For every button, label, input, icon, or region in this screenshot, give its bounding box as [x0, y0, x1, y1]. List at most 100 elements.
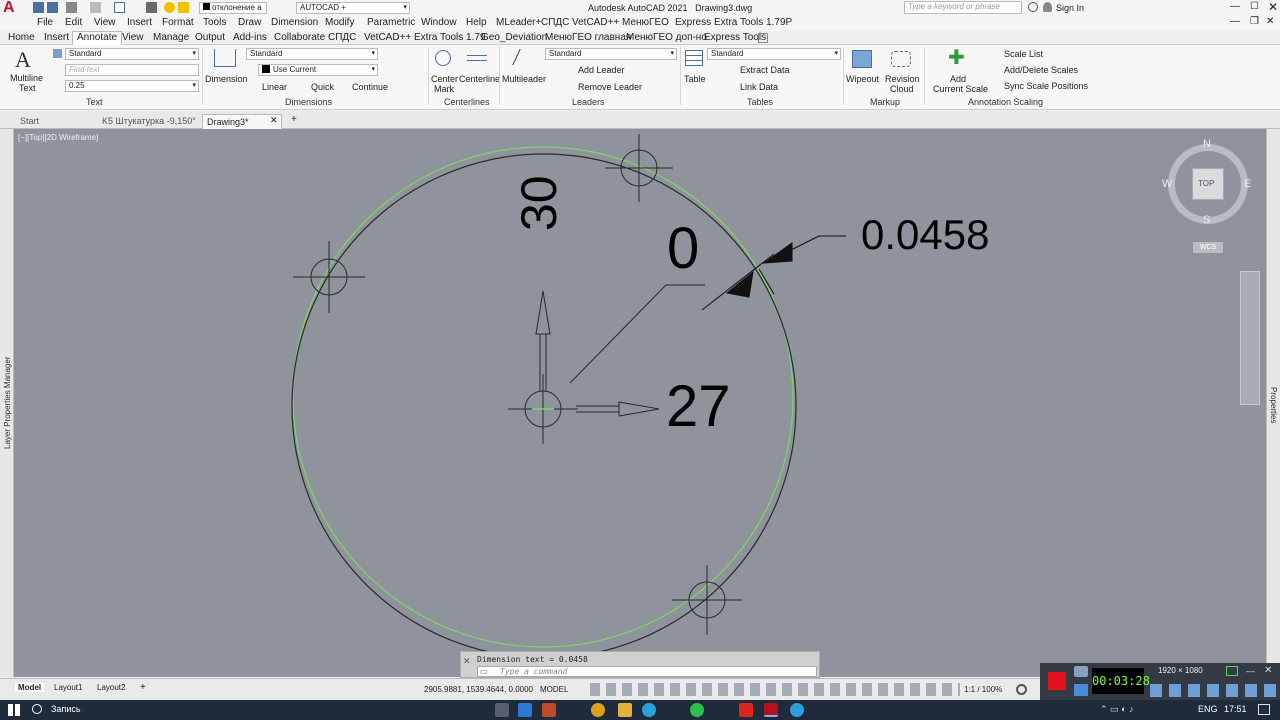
layout-tab-layout2[interactable]: Layout2 [97, 683, 125, 692]
tab-vetcad[interactable]: VetCAD++ [364, 32, 411, 43]
dimension-button[interactable]: Dimension [205, 47, 248, 95]
dim-text-horizontal[interactable]: 27 [666, 377, 731, 437]
recorder-close-icon[interactable]: ✕ [1264, 665, 1272, 676]
recorder-toolbar[interactable] [1150, 684, 1276, 697]
taskview-icon[interactable] [495, 703, 509, 717]
search-icon[interactable] [1028, 2, 1038, 12]
tab-express-tools[interactable]: Express Tools [704, 32, 766, 43]
coordinates-readout[interactable]: 2905.9881, 1539.4644, 0.0000 [424, 685, 533, 694]
viewcube[interactable]: TOP N S W E [1162, 138, 1251, 226]
layer-bulb-icon[interactable] [164, 2, 175, 13]
centerlines-panel-title[interactable]: Centerlines [444, 97, 490, 107]
camera-icon[interactable] [1074, 666, 1088, 677]
menu-restore-icon[interactable]: ❐ [1250, 16, 1259, 27]
recorder-minimize-icon[interactable]: — [1246, 666, 1255, 676]
doc-tab-close-icon[interactable]: ✕ [270, 115, 278, 126]
menu-format[interactable]: Format [162, 17, 194, 28]
pause-icon[interactable] [1074, 684, 1088, 696]
revision-cloud-button[interactable]: Revision Cloud [882, 47, 920, 95]
menu-express[interactable]: Express [675, 17, 711, 28]
taskbar-search-icon[interactable] [32, 704, 42, 714]
model-space-toggle[interactable]: MODEL [540, 685, 568, 694]
open-icon[interactable] [33, 2, 44, 13]
recorder-green-button[interactable] [1226, 666, 1238, 676]
menu-extra-tools[interactable]: Extra Tools 1.79P [714, 17, 792, 28]
tab-collaborate[interactable]: Collaborate [274, 32, 325, 43]
find-text-input[interactable]: Find text [65, 64, 199, 76]
sun-icon[interactable] [178, 2, 189, 13]
tab-extra-tools[interactable]: Extra Tools 1.79 [414, 32, 486, 43]
compass-n[interactable]: N [1203, 138, 1211, 150]
explorer-icon[interactable] [618, 703, 632, 717]
menu-spds[interactable]: СПДС [541, 17, 569, 28]
tab-menugeo-main[interactable]: МенюГЕО главная [545, 32, 631, 43]
annotation-scale[interactable]: 1:1 / 100% [964, 685, 1002, 694]
doc-tab-start[interactable]: Start [16, 114, 43, 129]
menu-close-icon[interactable]: ✕ [1266, 16, 1274, 27]
dim-text-vertical[interactable]: 30 [511, 175, 567, 231]
dim-style-combo[interactable]: Standard ▾ [246, 48, 378, 60]
wipeout-button[interactable]: Wipeout [845, 47, 879, 95]
redo-icon[interactable] [90, 2, 101, 13]
remove-leader-button[interactable]: Remove Leader [578, 82, 642, 92]
menu-draw[interactable]: Draw [238, 17, 261, 28]
new-icon[interactable] [114, 2, 125, 13]
autocad-taskbar-icon[interactable] [764, 703, 778, 717]
layer-combo[interactable]: отклонение а [199, 2, 267, 14]
command-close-icon[interactable]: ✕ [463, 656, 471, 667]
sync-scale-positions-button[interactable]: Sync Scale Positions [1004, 81, 1088, 91]
windows-start-icon[interactable] [8, 704, 20, 716]
layout-tab-model[interactable]: Model [15, 683, 45, 692]
search-input[interactable]: Type a keyword or phrase [904, 1, 1022, 14]
notification-icon[interactable] [1258, 704, 1270, 715]
menu-edit[interactable]: Edit [65, 17, 82, 28]
ribbon-options-icon[interactable] [758, 33, 768, 43]
properties-palette[interactable]: Properties [1266, 129, 1280, 677]
youtube-icon[interactable] [739, 703, 753, 717]
layer-properties-palette[interactable]: Layer Properties Manager [0, 129, 14, 677]
add-current-scale-button[interactable]: ✚ Add Current Scale [930, 47, 988, 95]
leaders-panel-title[interactable]: Leaders [572, 97, 605, 107]
close-icon[interactable]: ✕ [1268, 0, 1278, 14]
search-app-icon[interactable] [542, 703, 556, 717]
tab-insert[interactable]: Insert [44, 32, 69, 43]
menu-tools[interactable]: Tools [203, 17, 226, 28]
drawing-canvas[interactable]: [−][Top][2D Wireframe] 30 0 0.0458 27 TO… [14, 129, 1266, 677]
undo-icon[interactable] [66, 2, 77, 13]
user-icon[interactable] [1043, 2, 1052, 12]
command-input[interactable]: ▭ Type a command [477, 666, 817, 677]
menu-parametric[interactable]: Parametric [367, 17, 415, 28]
tab-home[interactable]: Home [8, 32, 35, 43]
doc-tab-k5[interactable]: K5 Штукатурка -9,150° [98, 114, 200, 129]
telegram-2-icon[interactable] [790, 703, 804, 717]
centerline-button[interactable]: Centerline [459, 47, 500, 95]
text-height-combo[interactable]: 0.25 ▾ [65, 80, 199, 92]
keyboard-language[interactable]: ENG [1198, 704, 1218, 714]
telegram-icon[interactable] [642, 703, 656, 717]
tab-view[interactable]: View [122, 32, 144, 43]
tab-add-ins[interactable]: Add-ins [233, 32, 267, 43]
center-mark-button[interactable]: Center Mark [430, 47, 458, 95]
compass-w[interactable]: W [1162, 178, 1172, 190]
tab-annotate[interactable]: Annotate [72, 31, 123, 45]
compass-s[interactable]: S [1203, 214, 1210, 226]
taskbar-clock[interactable]: 17:51 [1224, 704, 1247, 714]
print-icon[interactable] [146, 2, 157, 13]
taskbar-search-label[interactable]: Запись [51, 704, 81, 714]
menu-file[interactable]: File [37, 17, 53, 28]
table-button[interactable]: Table [682, 47, 706, 95]
minimize-icon[interactable]: — [1230, 1, 1240, 12]
linear-button[interactable]: Linear [262, 82, 287, 92]
annotation-scaling-panel-title[interactable]: Annotation Scaling [968, 97, 1043, 107]
edge-icon[interactable] [518, 703, 532, 717]
continue-button[interactable]: Continue [352, 82, 388, 92]
dimensions-panel-title[interactable]: Dimensions [285, 97, 332, 107]
tab-spds[interactable]: СПДС [328, 32, 356, 43]
layout-tab-layout1[interactable]: Layout1 [54, 683, 82, 692]
menu-minimize-icon[interactable]: — [1230, 16, 1240, 27]
settings-icon[interactable] [1016, 684, 1027, 695]
markup-panel-title[interactable]: Markup [870, 97, 900, 107]
table-style-combo[interactable]: Standard ▾ [707, 48, 841, 60]
autocad-logo-icon[interactable]: A [3, 0, 21, 16]
chrome-icon[interactable] [591, 703, 605, 717]
